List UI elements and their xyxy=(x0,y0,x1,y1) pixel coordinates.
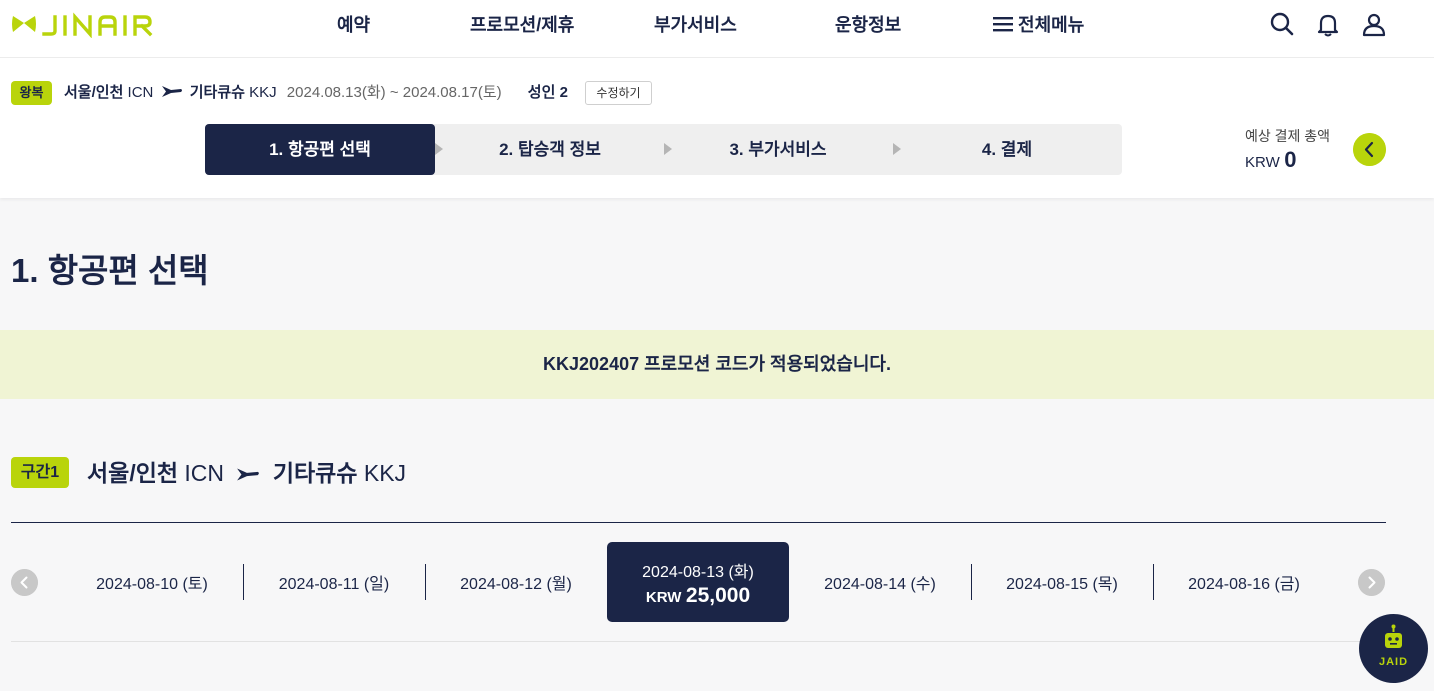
date-tab-date: 2024-08-14 (수) xyxy=(824,576,936,593)
plane-icon xyxy=(237,468,260,481)
total-amount: KRW 0 xyxy=(1245,147,1296,173)
date-tab-currency: KRW xyxy=(645,589,682,606)
next-dates-icon[interactable] xyxy=(1358,569,1385,596)
divider xyxy=(11,522,1386,523)
chevron-left-icon[interactable] xyxy=(1353,133,1386,166)
date-tab-date: 2024-08-12 (월) xyxy=(460,576,572,593)
step-2: 2. 탑승객 정보 xyxy=(499,140,601,159)
date-tab-price: KRW 25,000 xyxy=(607,584,789,608)
date-tab[interactable]: 2024-08-11 (일) xyxy=(243,542,425,622)
segment-dest-code: KKJ xyxy=(363,460,407,486)
robot-icon xyxy=(1385,624,1402,648)
total-currency: KRW xyxy=(1245,154,1280,171)
jinair-logo[interactable] xyxy=(11,12,171,38)
summary-origin-city: 서울/인천 xyxy=(64,84,124,101)
booking-steps: 1. 항공편 선택 2. 탑승객 정보 3. 부가서비스 4. 결제 xyxy=(205,124,1122,175)
date-tab[interactable]: 2024-08-12 (월) xyxy=(425,542,607,622)
step-3: 3. 부가서비스 xyxy=(729,140,827,159)
segment-badge: 구간1 xyxy=(11,457,69,488)
chatbot-label: JAID xyxy=(1378,656,1409,668)
page-title: 1. 항공편 선택 xyxy=(11,252,209,289)
segment-origin-code: ICN xyxy=(184,460,225,486)
date-tab-date: 2024-08-10 (토) xyxy=(96,576,208,593)
step-1: 1. 항공편 선택 xyxy=(205,124,435,175)
segment-origin-city: 서울/인천 xyxy=(87,460,179,486)
summary-dates: 2024.08.13(화) ~ 2024.08.17(토) xyxy=(286,84,502,101)
user-icon[interactable] xyxy=(1361,11,1387,37)
site-header: 예약 프로모션/제휴 부가서비스 운항정보 전체메뉴 xyxy=(0,0,1434,58)
prev-dates-icon[interactable] xyxy=(11,569,38,596)
date-tab-date: 2024-08-13 (화) xyxy=(642,564,754,581)
segment-route: 서울/인천 ICN 기타큐슈 KKJ xyxy=(87,459,406,487)
nav-promotion[interactable]: 프로모션/제휴 xyxy=(470,13,574,37)
promo-applied-banner: KKJ202407 프로모션 코드가 적용되었습니다. xyxy=(0,330,1434,399)
summary-passengers: 성인 2 xyxy=(527,84,568,101)
step-arrow-icon xyxy=(893,143,901,155)
date-tab[interactable]: 2024-08-10 (토) xyxy=(61,542,243,622)
nav-reservation[interactable]: 예약 xyxy=(337,13,370,37)
search-icon[interactable] xyxy=(1269,11,1295,37)
plane-icon xyxy=(161,86,182,97)
date-tab[interactable]: 2024-08-16 (금) xyxy=(1153,542,1335,622)
bell-icon[interactable] xyxy=(1315,11,1341,37)
date-tab-date: 2024-08-16 (금) xyxy=(1188,576,1300,593)
booking-summary: 왕복 서울/인천 ICN 기타큐슈 KKJ 2024.08.13(화) ~ 20… xyxy=(0,58,1434,198)
step-4: 4. 결제 xyxy=(981,140,1033,159)
trip-type-badge: 왕복 xyxy=(11,81,52,105)
edit-search-button[interactable]: 수정하기 xyxy=(585,81,652,105)
summary-route: 서울/인천 ICN 기타큐슈 KKJ 2024.08.13(화) ~ 2024.… xyxy=(64,83,568,103)
nav-extra-services[interactable]: 부가서비스 xyxy=(654,13,737,37)
date-tab-amount: 25,000 xyxy=(685,584,751,607)
summary-dest-code: KKJ xyxy=(249,84,277,101)
date-tab-selected[interactable]: 2024-08-13 (화) KRW 25,000 xyxy=(607,542,789,622)
hamburger-icon xyxy=(993,17,1013,32)
nav-all-menu[interactable]: 전체메뉴 xyxy=(993,13,1084,37)
all-menu-label: 전체메뉴 xyxy=(1018,15,1085,35)
step-arrow-icon xyxy=(664,143,672,155)
summary-origin-code: ICN xyxy=(127,84,154,101)
step-arrow-icon xyxy=(435,143,443,155)
segment-dest-city: 기타큐슈 xyxy=(272,460,358,486)
date-tab[interactable]: 2024-08-15 (목) xyxy=(971,542,1153,622)
divider xyxy=(11,641,1386,642)
date-tab-date: 2024-08-11 (일) xyxy=(278,576,390,593)
total-number: 0 xyxy=(1284,147,1297,172)
chatbot-button[interactable]: JAID xyxy=(1359,614,1428,683)
total-label: 예상 결제 총액 xyxy=(1245,128,1331,144)
date-tab[interactable]: 2024-08-14 (수) xyxy=(789,542,971,622)
summary-dest-city: 기타큐슈 xyxy=(189,84,245,101)
date-tab-date: 2024-08-15 (목) xyxy=(1006,576,1118,593)
nav-flight-info[interactable]: 운항정보 xyxy=(835,13,901,37)
